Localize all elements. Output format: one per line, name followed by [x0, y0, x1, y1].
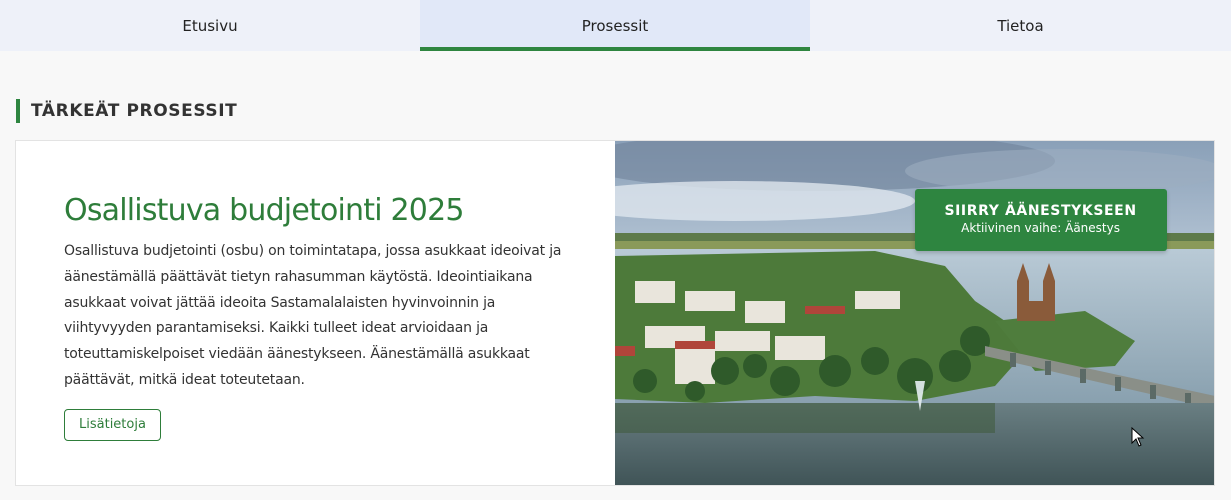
vote-phase-label: Aktiivinen vaihe: Äänestys [961, 221, 1120, 235]
process-title[interactable]: Osallistuva budjetointi 2025 [64, 191, 567, 231]
top-navigation: Etusivu Prosessit Tietoa [0, 0, 1231, 51]
more-info-button[interactable]: Lisätietoja [64, 408, 161, 441]
section-title: TÄRKEÄT PROSESSIT [16, 99, 237, 123]
go-to-voting-button[interactable]: SIIRRY ÄÄNESTYKSEEN Aktiivinen vaihe: Ää… [914, 189, 1167, 251]
tab-etusivu[interactable]: Etusivu [0, 0, 420, 51]
vote-button-label: SIIRRY ÄÄNESTYKSEEN [944, 203, 1137, 219]
process-card: Osallistuva budjetointi 2025 Osallistuva… [15, 140, 1215, 486]
process-image: SIIRRY ÄÄNESTYKSEEN Aktiivinen vaihe: Ää… [614, 141, 1214, 485]
tab-tietoa[interactable]: Tietoa [810, 0, 1231, 51]
process-card-text: Osallistuva budjetointi 2025 Osallistuva… [16, 141, 615, 485]
tab-prosessit[interactable]: Prosessit [420, 0, 810, 51]
mouse-cursor-icon [1131, 427, 1145, 447]
process-description: Osallistuva budjetointi (osbu) on toimin… [64, 243, 562, 388]
